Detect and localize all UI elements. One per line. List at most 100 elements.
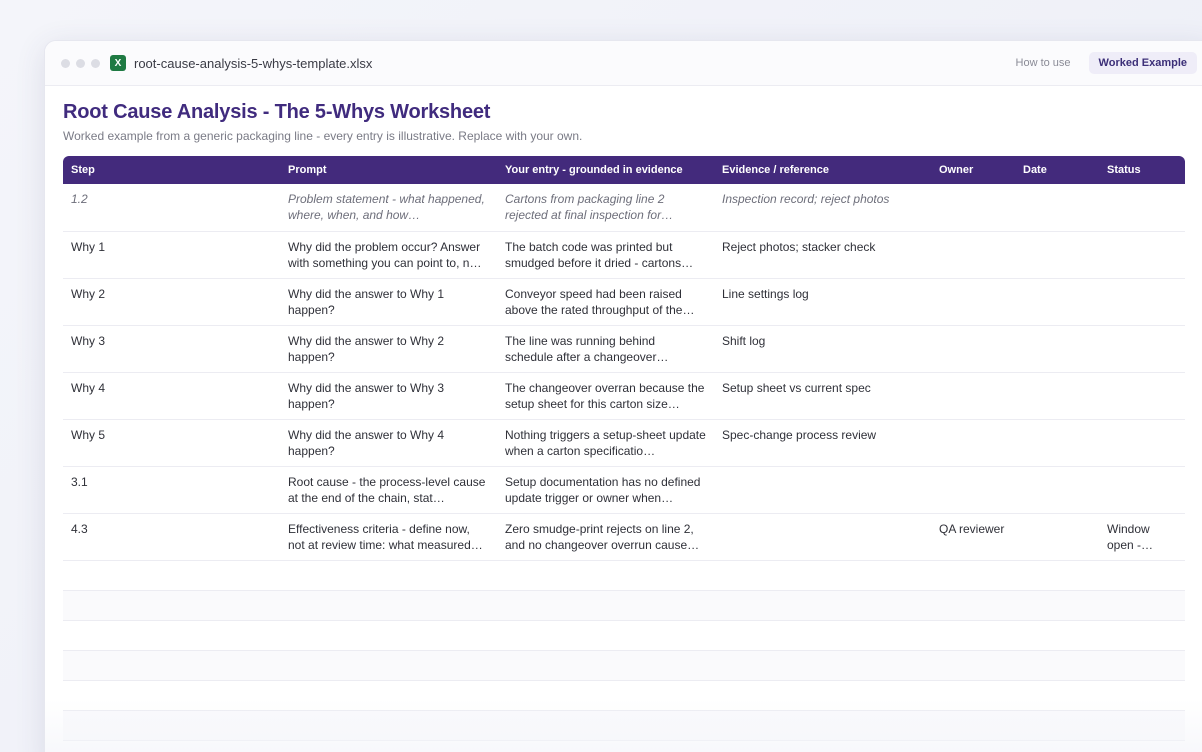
cell-prompt[interactable]: Why did the answer to Why 4 happen? — [280, 419, 497, 467]
cell-owner[interactable] — [931, 466, 1015, 514]
cell-status[interactable] — [1099, 372, 1185, 420]
cell-entry[interactable]: Conveyor speed had been raised above the… — [497, 278, 714, 326]
cell-evidence[interactable]: Spec-change process review — [714, 419, 931, 467]
cell-entry[interactable]: Setup documentation has no defined updat… — [497, 466, 714, 514]
cell-entry[interactable]: The changeover overran because the setup… — [497, 372, 714, 420]
empty-cell[interactable] — [280, 590, 497, 621]
column-header-step[interactable]: Step — [63, 156, 280, 184]
empty-cell[interactable] — [497, 620, 714, 651]
cell-evidence[interactable] — [714, 513, 931, 561]
cell-status[interactable]: Window open -… — [1099, 513, 1185, 561]
cell-date[interactable] — [1015, 325, 1099, 373]
tab-worked-example[interactable]: Worked Example — [1088, 52, 1197, 74]
empty-cell[interactable] — [280, 620, 497, 651]
cell-step[interactable]: 4.3 — [63, 513, 280, 561]
cell-step[interactable]: Why 3 — [63, 325, 280, 373]
cell-prompt[interactable]: Root cause - the process-level cause at … — [280, 466, 497, 514]
cell-owner[interactable] — [931, 372, 1015, 420]
cell-status[interactable] — [1099, 231, 1185, 279]
cell-status[interactable] — [1099, 466, 1185, 514]
empty-cell[interactable] — [1015, 680, 1099, 711]
cell-entry[interactable]: The batch code was printed but smudged b… — [497, 231, 714, 279]
cell-date[interactable] — [1015, 278, 1099, 326]
empty-cell[interactable] — [1099, 680, 1185, 711]
empty-cell[interactable] — [714, 710, 931, 741]
cell-date[interactable] — [1015, 513, 1099, 561]
close-dot-icon[interactable] — [61, 58, 70, 68]
empty-cell[interactable] — [931, 680, 1015, 711]
column-header-evidence[interactable]: Evidence / reference — [714, 156, 931, 184]
empty-cell[interactable] — [931, 560, 1015, 591]
column-header-status[interactable]: Status — [1099, 156, 1185, 184]
empty-cell[interactable] — [931, 620, 1015, 651]
cell-prompt[interactable]: Why did the answer to Why 3 happen? — [280, 372, 497, 420]
cell-evidence[interactable]: Shift log — [714, 325, 931, 373]
empty-cell[interactable] — [497, 560, 714, 591]
column-header-prompt[interactable]: Prompt — [280, 156, 497, 184]
cell-prompt[interactable]: Why did the answer to Why 1 happen? — [280, 278, 497, 326]
empty-cell[interactable] — [1015, 560, 1099, 591]
cell-evidence[interactable]: Line settings log — [714, 278, 931, 326]
cell-prompt[interactable]: Why did the answer to Why 2 happen? — [280, 325, 497, 373]
empty-cell[interactable] — [1015, 620, 1099, 651]
cell-owner[interactable] — [931, 184, 1015, 232]
empty-cell[interactable] — [280, 650, 497, 681]
empty-cell[interactable] — [63, 590, 280, 621]
empty-cell[interactable] — [497, 680, 714, 711]
cell-status[interactable] — [1099, 278, 1185, 326]
cell-owner[interactable] — [931, 231, 1015, 279]
empty-cell[interactable] — [714, 620, 931, 651]
empty-cell[interactable] — [931, 590, 1015, 621]
empty-cell[interactable] — [1015, 710, 1099, 741]
empty-cell[interactable] — [63, 650, 280, 681]
cell-evidence[interactable]: Inspection record; reject photos — [714, 184, 931, 232]
cell-entry[interactable]: Nothing triggers a setup-sheet update wh… — [497, 419, 714, 467]
minimize-dot-icon[interactable] — [76, 58, 85, 68]
cell-owner[interactable] — [931, 278, 1015, 326]
empty-cell[interactable] — [1015, 650, 1099, 681]
empty-cell[interactable] — [1015, 590, 1099, 621]
cell-evidence[interactable]: Setup sheet vs current spec — [714, 372, 931, 420]
cell-status[interactable] — [1099, 325, 1185, 373]
empty-cell[interactable] — [1099, 590, 1185, 621]
empty-cell[interactable] — [714, 560, 931, 591]
cell-date[interactable] — [1015, 231, 1099, 279]
empty-cell[interactable] — [63, 620, 280, 651]
cell-step[interactable]: 1.2 — [63, 184, 280, 232]
empty-cell[interactable] — [497, 710, 714, 741]
cell-date[interactable] — [1015, 184, 1099, 232]
cell-owner[interactable] — [931, 419, 1015, 467]
empty-cell[interactable] — [497, 590, 714, 621]
empty-cell[interactable] — [63, 680, 280, 711]
cell-date[interactable] — [1015, 466, 1099, 514]
cell-step[interactable]: Why 2 — [63, 278, 280, 326]
empty-cell[interactable] — [280, 710, 497, 741]
cell-step[interactable]: Why 4 — [63, 372, 280, 420]
maximize-dot-icon[interactable] — [91, 58, 100, 68]
cell-status[interactable] — [1099, 419, 1185, 467]
cell-prompt[interactable]: Effectiveness criteria - define now, not… — [280, 513, 497, 561]
cell-entry[interactable]: Cartons from packaging line 2 rejected a… — [497, 184, 714, 232]
cell-prompt[interactable]: Why did the problem occur? Answer with s… — [280, 231, 497, 279]
empty-cell[interactable] — [1099, 560, 1185, 591]
empty-cell[interactable] — [714, 590, 931, 621]
cell-step[interactable]: Why 1 — [63, 231, 280, 279]
cell-evidence[interactable]: Reject photos; stacker check — [714, 231, 931, 279]
cell-evidence[interactable] — [714, 466, 931, 514]
cell-entry[interactable]: Zero smudge-print rejects on line 2, and… — [497, 513, 714, 561]
empty-cell[interactable] — [63, 710, 280, 741]
empty-cell[interactable] — [931, 710, 1015, 741]
column-header-owner[interactable]: Owner — [931, 156, 1015, 184]
cell-step[interactable]: 3.1 — [63, 466, 280, 514]
column-header-entry[interactable]: Your entry - grounded in evidence — [497, 156, 714, 184]
empty-cell[interactable] — [1099, 620, 1185, 651]
empty-cell[interactable] — [931, 650, 1015, 681]
empty-cell[interactable] — [714, 650, 931, 681]
cell-owner[interactable]: QA reviewer — [931, 513, 1015, 561]
tab-how-to-use[interactable]: How to use — [1006, 52, 1081, 74]
cell-entry[interactable]: The line was running behind schedule aft… — [497, 325, 714, 373]
cell-step[interactable]: Why 5 — [63, 419, 280, 467]
cell-date[interactable] — [1015, 372, 1099, 420]
cell-status[interactable] — [1099, 184, 1185, 232]
empty-cell[interactable] — [63, 560, 280, 591]
